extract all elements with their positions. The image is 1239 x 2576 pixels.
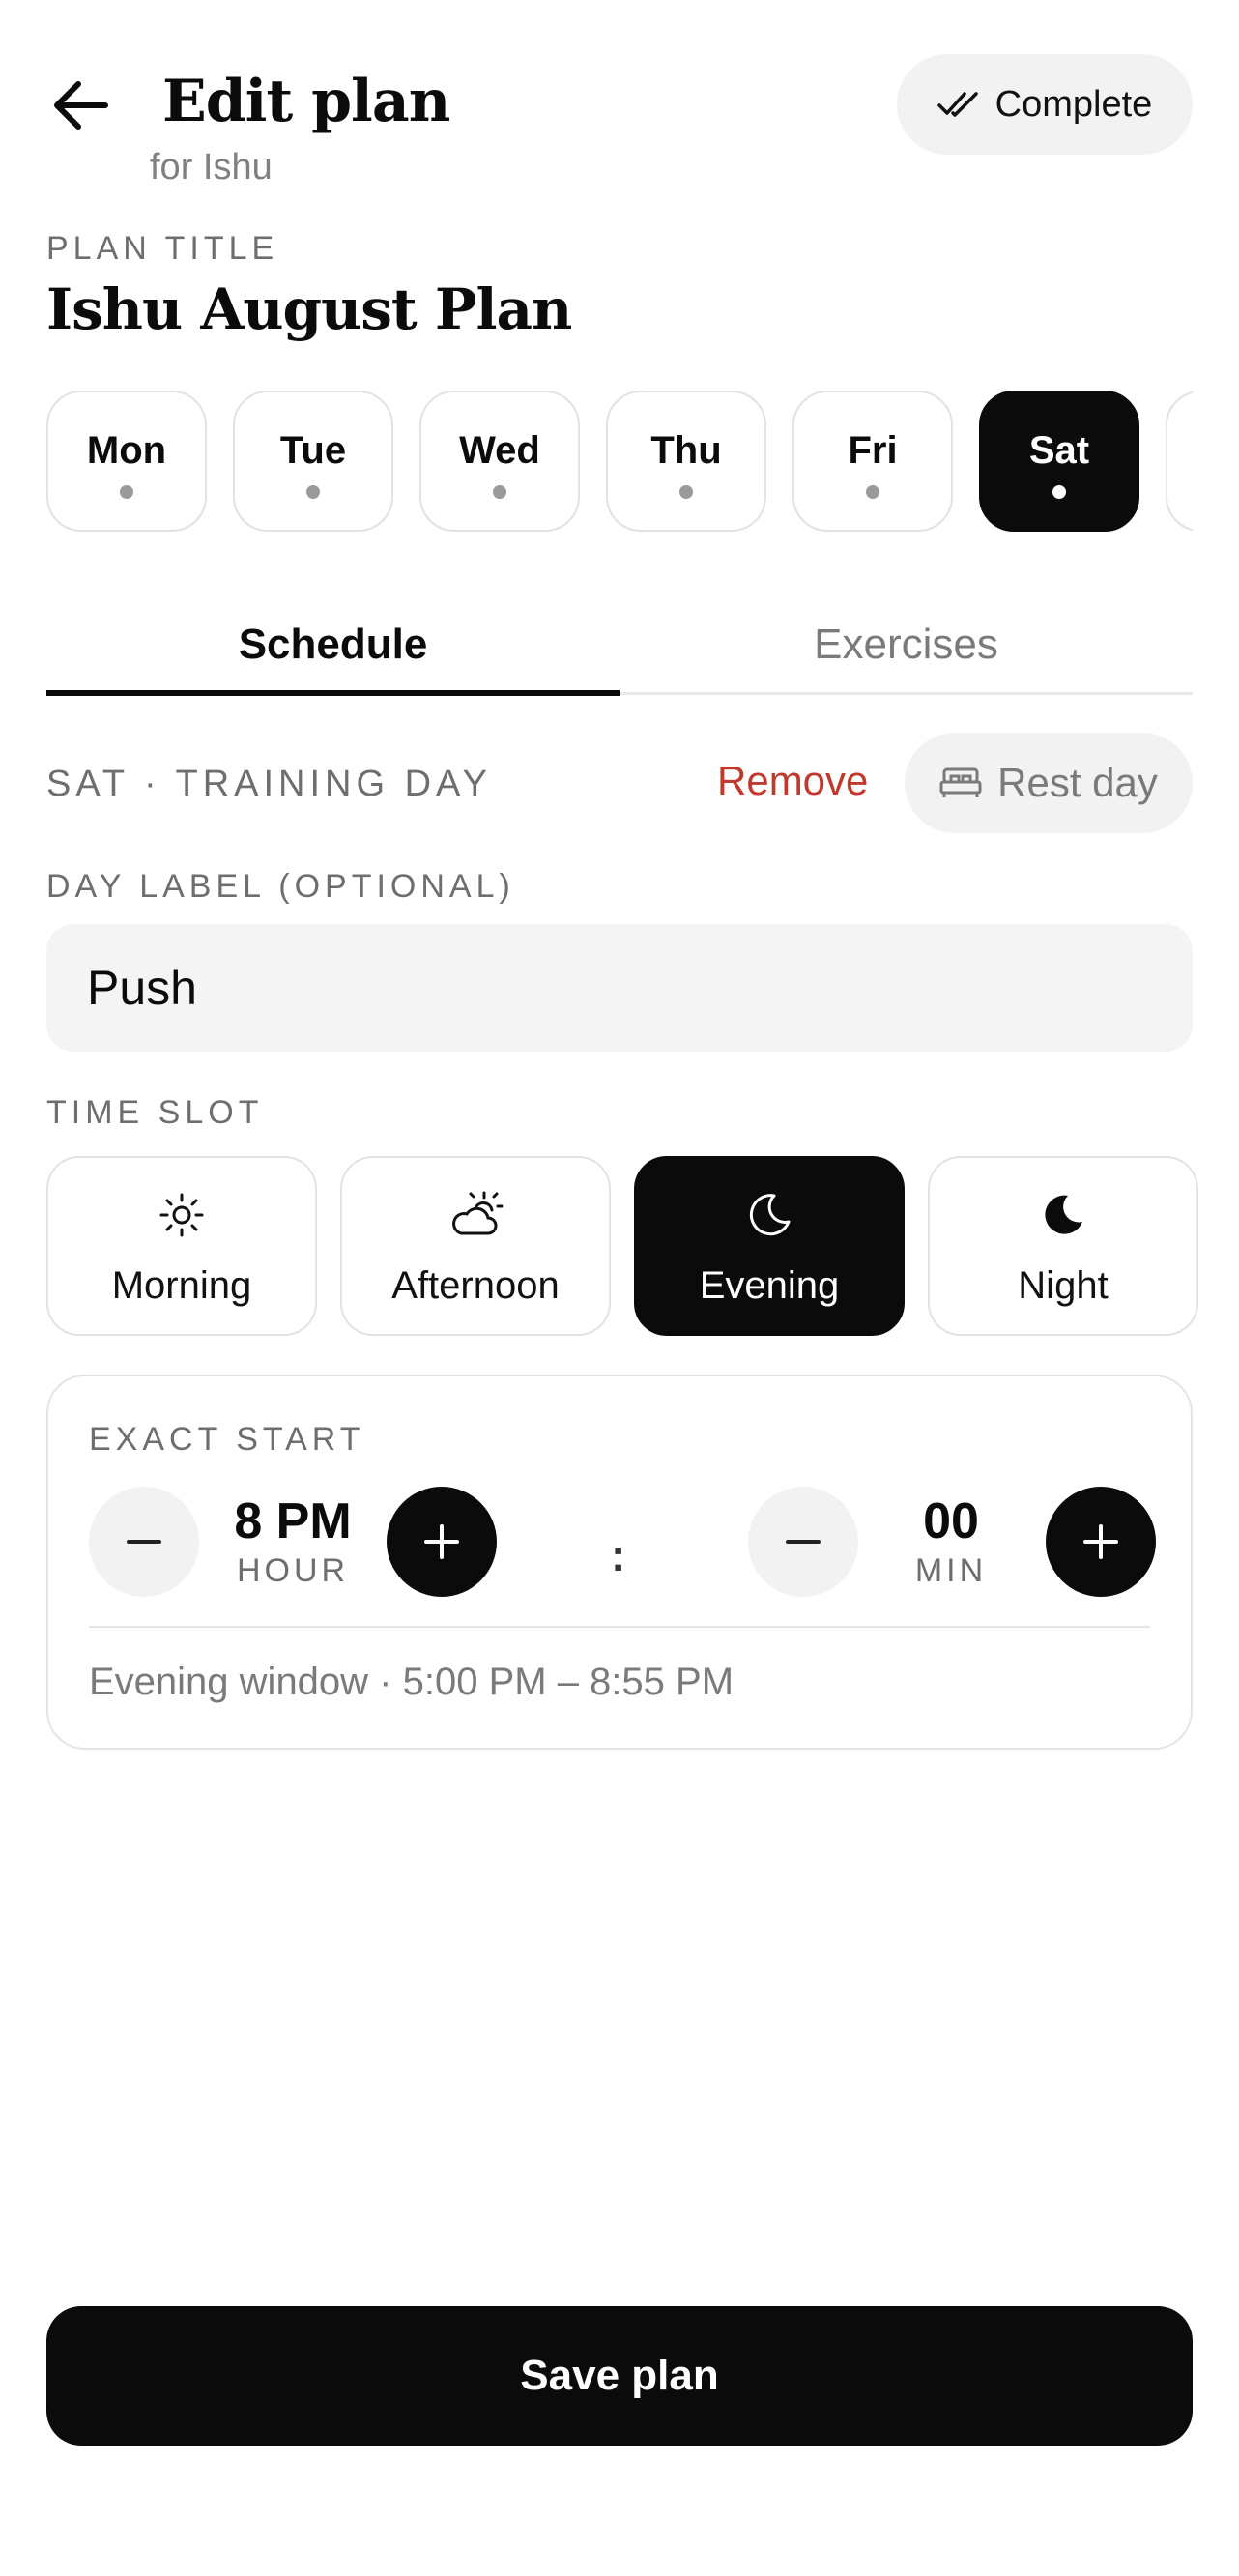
arrow-left-icon <box>54 81 108 130</box>
plus-icon <box>424 1524 459 1559</box>
day-chip-dot <box>866 485 879 499</box>
day-chip-label: Wed <box>459 429 540 472</box>
day-chip-label: Fri <box>848 429 898 472</box>
day-chip-wed[interactable]: Wed <box>419 391 580 532</box>
time-slot-label: Afternoon <box>391 1264 560 1307</box>
save-plan-button[interactable]: Save plan <box>46 2306 1193 2446</box>
minus-icon <box>786 1540 821 1544</box>
plus-icon <box>1083 1524 1118 1559</box>
minute-decrement-button[interactable] <box>748 1487 858 1597</box>
time-window-text: Evening window · 5:00 PM – 8:55 PM <box>89 1661 735 1703</box>
day-chip-tue[interactable]: Tue <box>233 391 393 532</box>
minute-unit: MIN <box>914 1552 988 1589</box>
time-slot-label: Evening <box>699 1264 840 1307</box>
day-selector: Mon Tue Wed Thu Fri Sat <box>46 391 1193 532</box>
tab-active-indicator <box>46 690 620 696</box>
double-check-icon <box>936 92 978 117</box>
moon-filled-icon <box>1045 1195 1082 1234</box>
plan-title[interactable]: Ishu August Plan <box>46 276 572 342</box>
tab-schedule[interactable]: Schedule <box>46 592 620 698</box>
complete-label: Complete <box>994 83 1153 125</box>
hour-decrement-button[interactable] <box>89 1487 199 1597</box>
tab-exercises[interactable]: Exercises <box>620 592 1193 698</box>
hour-unit: HOUR <box>236 1552 350 1589</box>
hour-increment-button[interactable] <box>387 1487 497 1597</box>
sun-icon <box>159 1193 204 1237</box>
rest-day-label: Rest day <box>997 760 1158 805</box>
minute-value: 00 <box>923 1493 979 1549</box>
page-title: Edit plan <box>162 68 450 135</box>
exact-start-title: EXACT START <box>89 1421 365 1458</box>
day-chip-fri[interactable]: Fri <box>792 391 953 532</box>
time-slot-title: TIME SLOT <box>46 1094 264 1131</box>
day-chip-label: Tue <box>279 429 347 472</box>
day-chip-label: Thu <box>650 429 722 472</box>
back-button[interactable] <box>39 70 122 141</box>
minute-increment-button[interactable] <box>1046 1487 1156 1597</box>
time-slot-afternoon[interactable]: Afternoon <box>340 1156 611 1336</box>
day-chip-label: Sat <box>1028 429 1090 472</box>
card-divider <box>89 1626 1150 1628</box>
day-chip-mon[interactable]: Mon <box>46 391 207 532</box>
day-chip-dot <box>679 485 693 499</box>
time-slot-morning[interactable]: Morning <box>46 1156 317 1336</box>
day-chip-dot <box>493 485 506 499</box>
complete-button[interactable]: Complete <box>897 54 1193 155</box>
day-label-title: DAY LABEL (OPTIONAL) <box>46 868 515 905</box>
plan-title-label: PLAN TITLE <box>46 230 279 267</box>
time-slot-night[interactable]: Night <box>928 1156 1198 1336</box>
day-status-label: SAT · TRAINING DAY <box>46 764 492 804</box>
time-slot-label: Morning <box>111 1264 252 1307</box>
day-chip-thu[interactable]: Thu <box>606 391 766 532</box>
time-slot-label: Night <box>1018 1264 1109 1307</box>
rest-day-button[interactable]: Rest day <box>905 733 1193 833</box>
day-chip-sat[interactable]: Sat <box>979 391 1139 532</box>
cloud-sun-icon <box>452 1191 504 1235</box>
day-chip-dot <box>306 485 320 499</box>
day-chip-sun[interactable] <box>1166 391 1193 532</box>
bed-icon <box>939 767 982 797</box>
page-subtitle: for Ishu <box>150 147 273 188</box>
minus-icon <box>127 1540 161 1544</box>
day-chip-dot <box>120 485 133 499</box>
day-chip-label: Mon <box>86 429 167 472</box>
day-chip-dot <box>1052 485 1066 499</box>
time-separator: : <box>611 1530 626 1580</box>
remove-button[interactable]: Remove <box>717 758 868 804</box>
time-slot-evening[interactable]: Evening <box>634 1156 905 1336</box>
hour-value: 8 PM <box>234 1493 352 1549</box>
day-label-input[interactable] <box>46 924 1193 1052</box>
moon-outline-icon <box>749 1194 791 1236</box>
